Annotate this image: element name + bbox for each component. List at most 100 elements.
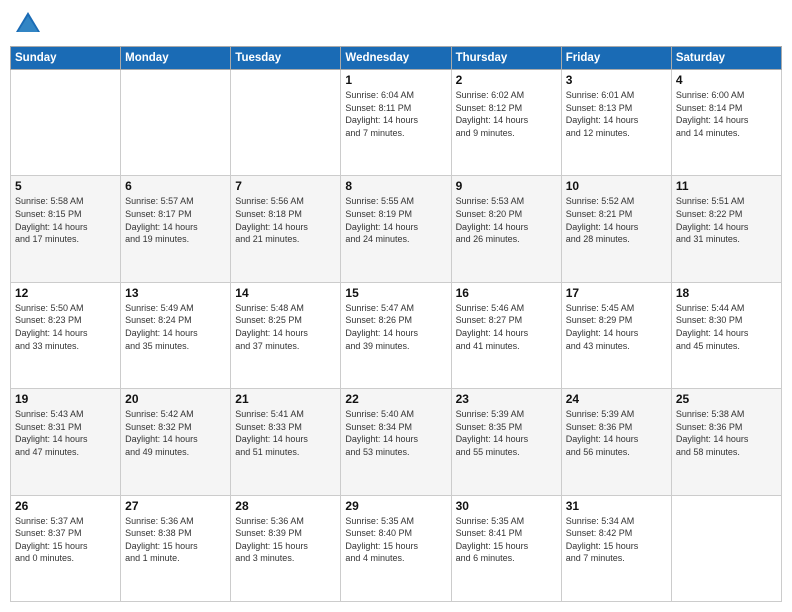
day-number: 14 — [235, 286, 336, 300]
day-number: 11 — [676, 179, 777, 193]
day-info: Sunrise: 5:55 AMSunset: 8:19 PMDaylight:… — [345, 195, 446, 245]
day-number: 16 — [456, 286, 557, 300]
day-cell: 6Sunrise: 5:57 AMSunset: 8:17 PMDaylight… — [121, 176, 231, 282]
day-info: Sunrise: 5:40 AMSunset: 8:34 PMDaylight:… — [345, 408, 446, 458]
day-info: Sunrise: 5:41 AMSunset: 8:33 PMDaylight:… — [235, 408, 336, 458]
day-info: Sunrise: 5:46 AMSunset: 8:27 PMDaylight:… — [456, 302, 557, 352]
day-cell: 4Sunrise: 6:00 AMSunset: 8:14 PMDaylight… — [671, 70, 781, 176]
day-number: 1 — [345, 73, 446, 87]
day-info: Sunrise: 5:50 AMSunset: 8:23 PMDaylight:… — [15, 302, 116, 352]
day-cell: 8 Sunrise: 5:55 AMSunset: 8:19 PMDaylight… — [341, 176, 451, 282]
day-number: 3 — [566, 73, 667, 87]
day-cell: 31 Sunrise: 5:34 AMSunset: 8:42 PMDayligh… — [561, 495, 671, 601]
week-row-3: 12 Sunrise: 5:50 AMSunset: 8:23 PMDayligh… — [11, 282, 782, 388]
day-cell: 26 Sunrise: 5:37 AMSunset: 8:37 PMDayligh… — [11, 495, 121, 601]
day-cell: 1 Sunrise: 6:04 AMSunset: 8:11 PMDaylight… — [341, 70, 451, 176]
day-info: Sunrise: 5:58 AMSunset: 8:15 PMDaylight:… — [15, 195, 116, 245]
week-row-5: 26 Sunrise: 5:37 AMSunset: 8:37 PMDayligh… — [11, 495, 782, 601]
day-cell: 30 Sunrise: 5:35 AMSunset: 8:41 PMDayligh… — [451, 495, 561, 601]
day-info: Sunrise: 5:47 AMSunset: 8:26 PMDaylight:… — [345, 302, 446, 352]
day-cell: 15 Sunrise: 5:47 AMSunset: 8:26 PMDayligh… — [341, 282, 451, 388]
weekday-header-sunday: Sunday — [11, 47, 121, 70]
day-number: 2 — [456, 73, 557, 87]
day-number: 9 — [456, 179, 557, 193]
day-info: Sunrise: 5:35 AMSunset: 8:40 PMDaylight:… — [345, 515, 446, 565]
day-number: 27 — [125, 499, 226, 513]
weekday-header-monday: Monday — [121, 47, 231, 70]
day-cell: 3 Sunrise: 6:01 AMSunset: 8:13 PMDaylight… — [561, 70, 671, 176]
day-number: 5 — [15, 179, 116, 193]
day-number: 8 — [345, 179, 446, 193]
day-number: 28 — [235, 499, 336, 513]
day-info: Sunrise: 6:04 AMSunset: 8:11 PMDaylight:… — [345, 89, 446, 139]
weekday-header-wednesday: Wednesday — [341, 47, 451, 70]
day-cell — [11, 70, 121, 176]
day-info: Sunrise: 5:48 AMSunset: 8:25 PMDaylight:… — [235, 302, 336, 352]
day-cell — [231, 70, 341, 176]
day-info: Sunrise: 5:53 AMSunset: 8:20 PMDaylight:… — [456, 195, 557, 245]
day-info: Sunrise: 5:36 AMSunset: 8:38 PMDaylight:… — [125, 515, 226, 565]
day-number: 19 — [15, 392, 116, 406]
day-cell: 23Sunrise: 5:39 AMSunset: 8:35 PMDayligh… — [451, 389, 561, 495]
day-number: 10 — [566, 179, 667, 193]
day-info: Sunrise: 6:00 AMSunset: 8:14 PMDaylight:… — [676, 89, 777, 139]
day-info: Sunrise: 5:49 AMSunset: 8:24 PMDaylight:… — [125, 302, 226, 352]
day-cell: 17 Sunrise: 5:45 AMSunset: 8:29 PMDayligh… — [561, 282, 671, 388]
weekday-header-saturday: Saturday — [671, 47, 781, 70]
day-info: Sunrise: 5:37 AMSunset: 8:37 PMDaylight:… — [15, 515, 116, 565]
day-cell: 2 Sunrise: 6:02 AMSunset: 8:12 PMDaylight… — [451, 70, 561, 176]
day-cell: 14 Sunrise: 5:48 AMSunset: 8:25 PMDayligh… — [231, 282, 341, 388]
week-row-2: 5 Sunrise: 5:58 AMSunset: 8:15 PMDaylight… — [11, 176, 782, 282]
page: SundayMondayTuesdayWednesdayThursdayFrid… — [0, 0, 792, 612]
day-info: Sunrise: 5:44 AMSunset: 8:30 PMDaylight:… — [676, 302, 777, 352]
day-number: 18 — [676, 286, 777, 300]
day-number: 31 — [566, 499, 667, 513]
day-number: 15 — [345, 286, 446, 300]
week-row-1: 1 Sunrise: 6:04 AMSunset: 8:11 PMDaylight… — [11, 70, 782, 176]
day-info: Sunrise: 5:43 AMSunset: 8:31 PMDaylight:… — [15, 408, 116, 458]
day-number: 13 — [125, 286, 226, 300]
day-cell: 25Sunrise: 5:38 AMSunset: 8:36 PMDayligh… — [671, 389, 781, 495]
day-cell: 12 Sunrise: 5:50 AMSunset: 8:23 PMDayligh… — [11, 282, 121, 388]
day-cell — [671, 495, 781, 601]
day-cell: 21Sunrise: 5:41 AMSunset: 8:33 PMDayligh… — [231, 389, 341, 495]
day-number: 30 — [456, 499, 557, 513]
day-cell: 5 Sunrise: 5:58 AMSunset: 8:15 PMDaylight… — [11, 176, 121, 282]
day-cell: 24Sunrise: 5:39 AMSunset: 8:36 PMDayligh… — [561, 389, 671, 495]
day-cell: 9 Sunrise: 5:53 AMSunset: 8:20 PMDaylight… — [451, 176, 561, 282]
week-row-4: 19 Sunrise: 5:43 AMSunset: 8:31 PMDayligh… — [11, 389, 782, 495]
day-number: 29 — [345, 499, 446, 513]
day-info: Sunrise: 5:35 AMSunset: 8:41 PMDaylight:… — [456, 515, 557, 565]
day-cell: 18 Sunrise: 5:44 AMSunset: 8:30 PMDayligh… — [671, 282, 781, 388]
day-number: 22 — [345, 392, 446, 406]
day-number: 6 — [125, 179, 226, 193]
calendar-table: SundayMondayTuesdayWednesdayThursdayFrid… — [10, 46, 782, 602]
day-number: 25 — [676, 392, 777, 406]
day-cell: 28Sunrise: 5:36 AMSunset: 8:39 PMDayligh… — [231, 495, 341, 601]
day-cell: 16 Sunrise: 5:46 AMSunset: 8:27 PMDayligh… — [451, 282, 561, 388]
day-info: Sunrise: 5:51 AMSunset: 8:22 PMDaylight:… — [676, 195, 777, 245]
day-info: Sunrise: 6:02 AMSunset: 8:12 PMDaylight:… — [456, 89, 557, 139]
day-cell: 27 Sunrise: 5:36 AMSunset: 8:38 PMDayligh… — [121, 495, 231, 601]
day-cell: 29 Sunrise: 5:35 AMSunset: 8:40 PMDayligh… — [341, 495, 451, 601]
day-cell: 10Sunrise: 5:52 AMSunset: 8:21 PMDayligh… — [561, 176, 671, 282]
day-cell — [121, 70, 231, 176]
logo — [14, 10, 46, 38]
header — [10, 10, 782, 38]
day-number: 24 — [566, 392, 667, 406]
day-cell: 13 Sunrise: 5:49 AMSunset: 8:24 PMDayligh… — [121, 282, 231, 388]
day-cell: 11 Sunrise: 5:51 AMSunset: 8:22 PMDayligh… — [671, 176, 781, 282]
day-number: 17 — [566, 286, 667, 300]
day-cell: 20Sunrise: 5:42 AMSunset: 8:32 PMDayligh… — [121, 389, 231, 495]
weekday-header-friday: Friday — [561, 47, 671, 70]
day-number: 23 — [456, 392, 557, 406]
day-number: 26 — [15, 499, 116, 513]
day-number: 20 — [125, 392, 226, 406]
weekday-header-tuesday: Tuesday — [231, 47, 341, 70]
day-info: Sunrise: 6:01 AMSunset: 8:13 PMDaylight:… — [566, 89, 667, 139]
day-info: Sunrise: 5:34 AMSunset: 8:42 PMDaylight:… — [566, 515, 667, 565]
day-info: Sunrise: 5:56 AMSunset: 8:18 PMDaylight:… — [235, 195, 336, 245]
day-number: 12 — [15, 286, 116, 300]
day-cell: 19 Sunrise: 5:43 AMSunset: 8:31 PMDayligh… — [11, 389, 121, 495]
day-info: Sunrise: 5:45 AMSunset: 8:29 PMDaylight:… — [566, 302, 667, 352]
